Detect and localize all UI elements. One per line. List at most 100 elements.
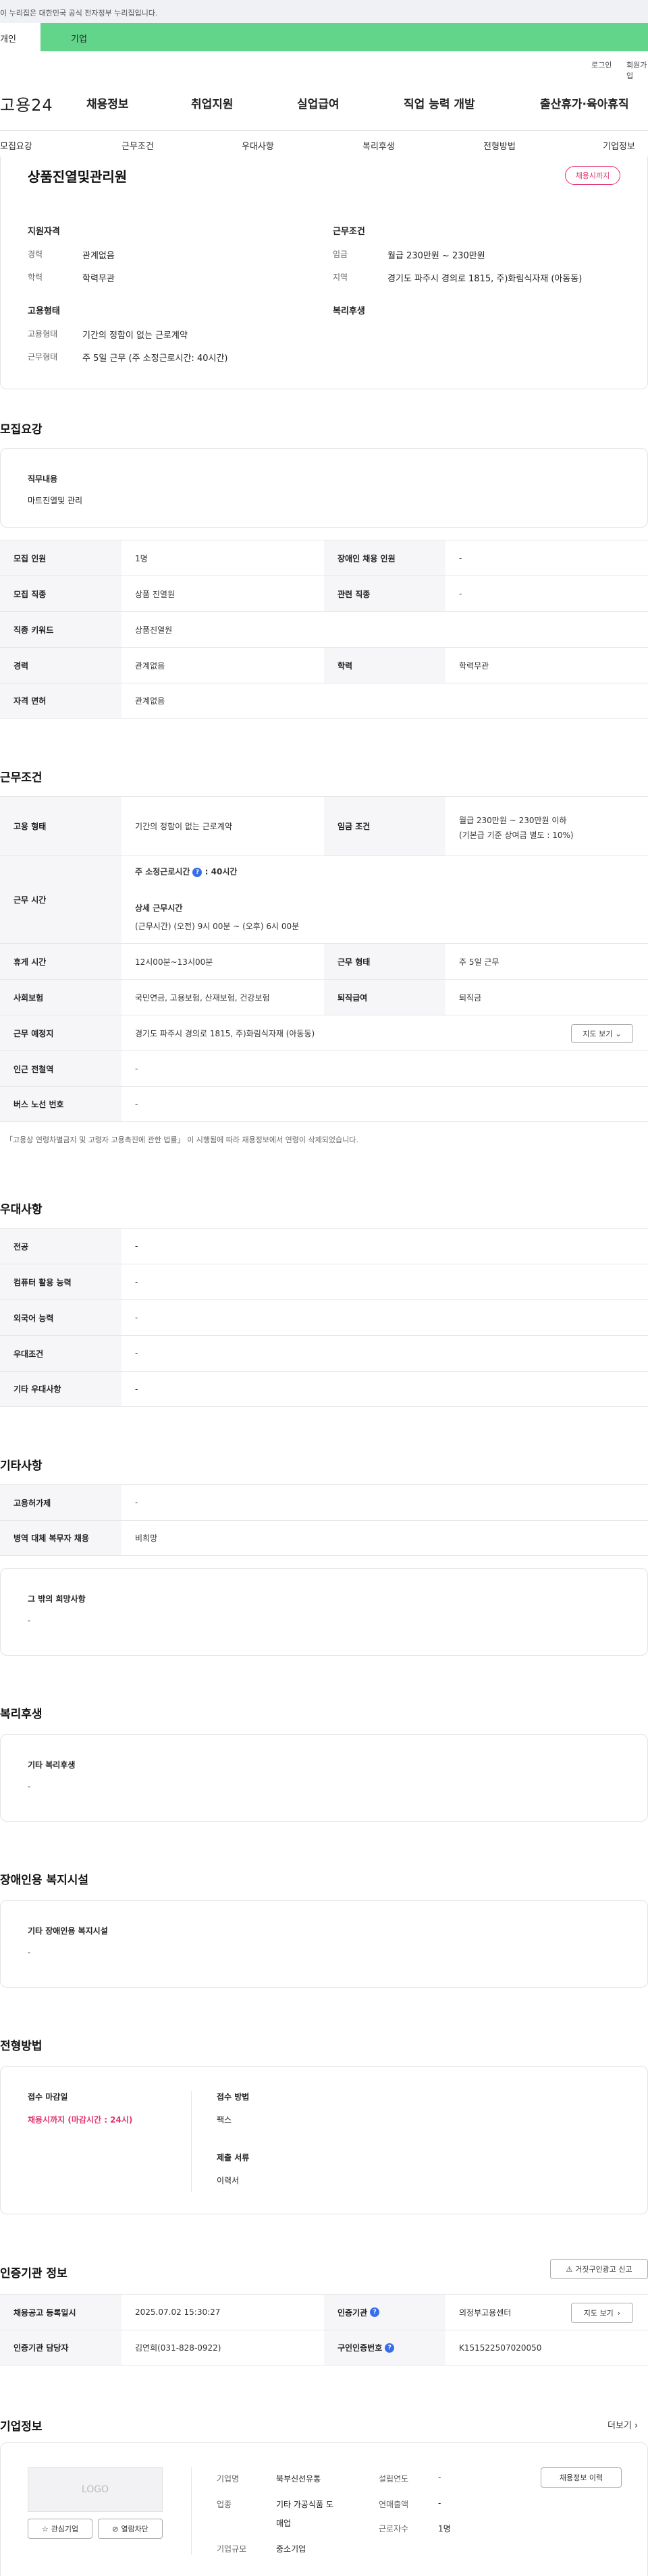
duty-card: 직무내용 마트진열및 관리 bbox=[0, 448, 648, 528]
welfare-section-title: 복리후생 bbox=[0, 1708, 43, 1721]
detail-hours-label: 상세 근무시간 bbox=[135, 903, 183, 913]
job-title: 상품진열및관리원 bbox=[28, 169, 128, 185]
gnb-item-vocational-training[interactable]: 직업 능력 개발 bbox=[404, 94, 475, 111]
career-label: 경력 bbox=[28, 250, 43, 259]
tab-business[interactable]: 기업 bbox=[40, 23, 648, 51]
table-cell: 경기도 파주시 경의로 1815, 주)화림식자재 (아동동) bbox=[135, 1028, 315, 1038]
table-header-cell: 우대조건 bbox=[0, 1336, 122, 1371]
table-cell: 월급 230만원 ~ 230만원 이하 (기본급 기준 상여금 별도 : 10%… bbox=[446, 797, 648, 856]
recruit-section-title: 모집요강 bbox=[0, 423, 43, 437]
snb-recruit[interactable]: 모집요강 bbox=[0, 139, 32, 152]
deadline-label: 접수 마감일 bbox=[28, 2092, 68, 2102]
table-header-cell: 학력 bbox=[324, 648, 446, 683]
disability-value: - bbox=[28, 1948, 31, 1957]
alert-icon: ⚠ bbox=[566, 2264, 573, 2274]
wage-bonus: (기본급 기준 상여금 별도 : 10%) bbox=[459, 831, 574, 840]
table-row: 휴게 시간 12시00분~13시00분 근무 형태 주 5일 근무 bbox=[0, 943, 648, 979]
table-row: 전공 - bbox=[0, 1228, 648, 1264]
table-cell: 퇴직금 bbox=[459, 992, 482, 1003]
login-link[interactable]: 로그인 bbox=[591, 59, 612, 70]
employees-value: 1명 bbox=[438, 2524, 451, 2533]
disability-section-title: 장애인용 복지시설 bbox=[0, 1874, 89, 1887]
disability-card: 기타 장애인용 복지시설 - bbox=[0, 1900, 648, 1988]
table-cell: 12시00분~13시00분 bbox=[135, 957, 213, 967]
help-icon[interactable]: ? bbox=[370, 2307, 380, 2317]
gnb-item-jobs[interactable]: 채용정보 bbox=[86, 94, 129, 111]
work-section-title: 근무조건 bbox=[0, 771, 43, 785]
welfare-card: 기타 복리후생 - bbox=[0, 1734, 648, 1822]
table-header-cell: 버스 노선 번호 bbox=[0, 1087, 122, 1121]
weekly-hours: 주 소정근로시간? : 40시간 bbox=[135, 866, 648, 880]
snb-company[interactable]: 기업정보 bbox=[603, 139, 635, 152]
method-value: 팩스 bbox=[217, 2115, 232, 2125]
table-cell: - bbox=[459, 553, 462, 563]
etc-section-title: 기타사항 bbox=[0, 1459, 43, 1473]
disability-label: 기타 장애인용 복지시설 bbox=[28, 1926, 108, 1936]
agency-section-title: 인증기관 정보 bbox=[0, 2267, 68, 2280]
company-more-label: 더보기 bbox=[608, 2421, 632, 2431]
welfare-summary-title: 복리후생 bbox=[333, 306, 365, 316]
table-cell: 2025.07.02 15:30:27 bbox=[135, 2307, 221, 2317]
gnb-item-unemployment-benefit[interactable]: 실업급여 bbox=[297, 94, 340, 111]
table-cell: 1명 bbox=[135, 553, 148, 563]
table-header-cell: 사회보험 bbox=[0, 980, 122, 1015]
table-header-cell: 관련 직종 bbox=[324, 576, 446, 611]
hiring-history-button[interactable]: 채용정보 이력 bbox=[541, 2467, 622, 2488]
gov-banner: 이 누리집은 대한민국 공식 전자정부 누리집입니다. bbox=[0, 0, 648, 23]
table-row: 고용 형태 기간의 정함이 없는 근로계약 임금 조건 월급 230만원 ~ 2… bbox=[0, 796, 648, 856]
table-row: 사회보험 국민연금, 고용보험, 산재보험, 건강보험 퇴직급여 퇴직금 bbox=[0, 979, 648, 1015]
tab-personal[interactable]: 개인 bbox=[0, 23, 40, 51]
table-header-cell: 직종 키워드 bbox=[0, 612, 122, 647]
table-cell: - bbox=[135, 1241, 138, 1251]
table-header-cell: 외국어 능력 bbox=[0, 1300, 122, 1335]
snb-work[interactable]: 근무조건 bbox=[122, 139, 154, 152]
site-logo[interactable]: 고용24 bbox=[0, 92, 53, 115]
block-view-button[interactable]: ⊘ 열람차단 bbox=[98, 2519, 163, 2539]
wage-value: 월급 230만원 ~ 230만원 bbox=[387, 251, 485, 261]
gnb-item-maternity-leave[interactable]: 출산휴가·육아휴직 bbox=[540, 94, 629, 111]
table-header-cell: 임금 조건 bbox=[324, 797, 446, 856]
report-false-ad-button[interactable]: ⚠ 거짓구인광고 신고 bbox=[550, 2259, 648, 2279]
signup-link[interactable]: 회원가입 bbox=[626, 59, 648, 81]
table-row: 직종 키워드 상품진열원 bbox=[0, 611, 648, 647]
favorite-company-button[interactable]: ☆ 관심기업 bbox=[28, 2519, 92, 2539]
area-value: 경기도 파주시 경의로 1815, 주)화림식자재 (아동동) bbox=[387, 274, 583, 284]
gnb-item-employment-support[interactable]: 취업지원 bbox=[191, 94, 234, 111]
chevron-right-icon: › bbox=[617, 2308, 621, 2318]
map-view-button[interactable]: 지도 보기 ⌄ bbox=[571, 1024, 633, 1043]
snb-selection[interactable]: 전형방법 bbox=[483, 139, 516, 152]
table-cell: 학력무관 bbox=[459, 661, 489, 671]
table-cell: 기간의 정함이 없는 근로계약 bbox=[135, 822, 232, 831]
summary-card: 상품진열및관리원 채용시까지 지원자격 근무조건 경력 관계없음 학력 학력무관… bbox=[0, 157, 648, 389]
help-icon[interactable]: ? bbox=[385, 2343, 395, 2353]
table-row: 고용허가제 - bbox=[0, 1484, 648, 1520]
table-cell: 김연희(031-828-0922) bbox=[135, 2343, 221, 2353]
block-view-label: 열람차단 bbox=[121, 2525, 148, 2533]
agency-map-button[interactable]: 지도 보기 › bbox=[571, 2303, 633, 2323]
table-row: 인증기관 담당자 김연희(031-828-0922) 구인인증번호? K1515… bbox=[0, 2330, 648, 2365]
help-icon[interactable]: ? bbox=[192, 867, 202, 877]
table-header-cell: 근무 예정지 bbox=[0, 1015, 122, 1051]
sales-label: 연매출액 bbox=[379, 2500, 409, 2509]
welfare-value: - bbox=[28, 1782, 31, 1791]
selection-section-title: 전형방법 bbox=[0, 2040, 43, 2053]
snb-preference[interactable]: 우대사항 bbox=[242, 139, 274, 152]
table-header-cell: 모집 인원 bbox=[0, 540, 122, 576]
method-label: 접수 방법 bbox=[217, 2092, 250, 2102]
table-header-cell: 기타 우대사항 bbox=[0, 1372, 122, 1406]
table-header-cell: 경력 bbox=[0, 648, 122, 683]
table-row: 병역 대체 복무자 채용 비희망 bbox=[0, 1520, 648, 1556]
snb-welfare[interactable]: 복리후생 bbox=[362, 139, 395, 152]
company-more-link[interactable]: 더보기 › bbox=[608, 2418, 638, 2431]
company-size-value: 중소기업 bbox=[276, 2544, 306, 2554]
table-row: 우대조건 - bbox=[0, 1335, 648, 1371]
user-type-tabs: 개인 기업 bbox=[0, 23, 648, 51]
industry-value-line1: 기타 가공식품 도 bbox=[276, 2500, 333, 2509]
emptype-value: 기간의 정함이 없는 근로계약 bbox=[82, 331, 188, 341]
area-label: 지역 bbox=[333, 273, 348, 282]
emptype-label: 고용형태 bbox=[28, 329, 58, 339]
welfare-label: 기타 복리후생 bbox=[28, 1760, 76, 1770]
age-discrimination-note: 「고용상 연령차별금지 및 고령자 고용촉진에 관한 법률」 이 시행됨에 따라… bbox=[5, 1136, 358, 1144]
wage-range: 월급 230만원 ~ 230만원 이하 bbox=[459, 816, 567, 825]
table-cell: 상품진열원 bbox=[135, 625, 173, 635]
